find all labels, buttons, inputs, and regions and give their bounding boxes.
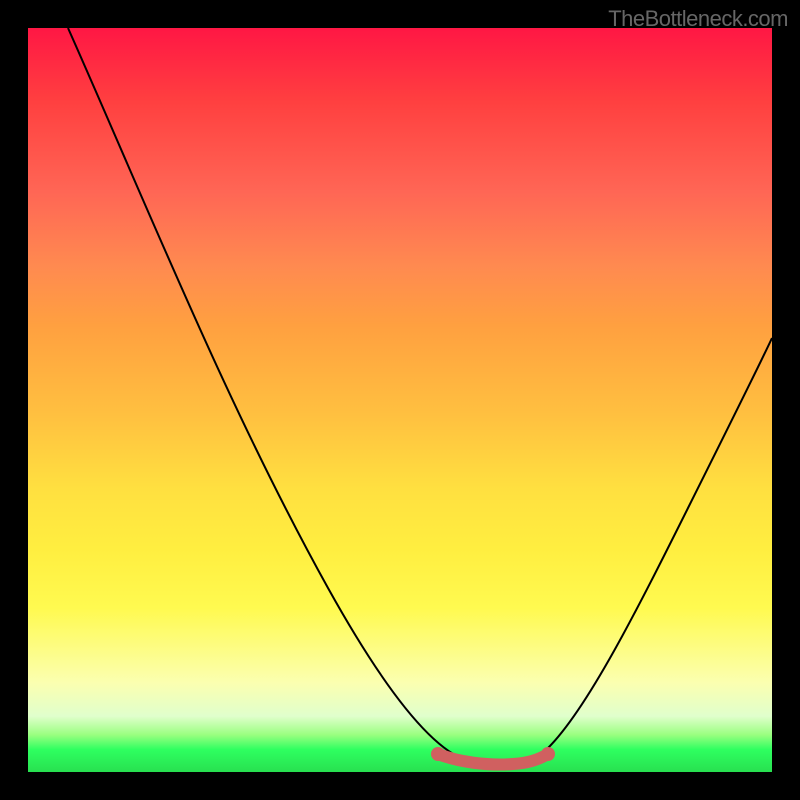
plot-area	[28, 28, 772, 772]
bottleneck-curve	[68, 28, 772, 765]
curve-layer	[28, 28, 772, 772]
watermark-text: TheBottleneck.com	[608, 6, 788, 32]
optimal-segment-end-dot	[541, 747, 555, 761]
optimal-segment-start-dot	[431, 747, 445, 761]
optimal-segment	[438, 754, 548, 765]
chart-frame: TheBottleneck.com	[0, 0, 800, 800]
